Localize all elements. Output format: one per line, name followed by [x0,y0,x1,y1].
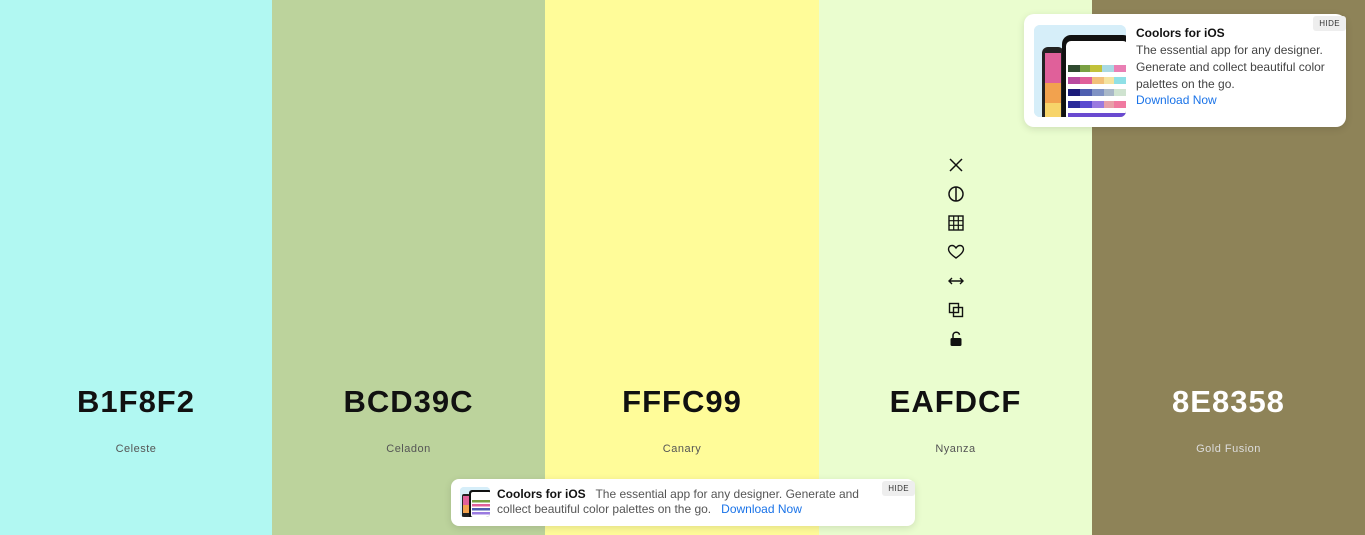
swatch-celeste[interactable]: B1F8F2 Celeste [0,0,272,535]
app-screenshot-image[interactable] [460,487,490,517]
unlock-icon[interactable] [944,324,968,353]
close-icon[interactable] [944,150,968,179]
hide-ad-button[interactable]: HIDE [1313,16,1346,31]
download-now-link[interactable]: Download Now [721,502,802,516]
app-screenshot-image[interactable] [1034,25,1126,117]
color-name[interactable]: Gold Fusion [1092,443,1365,455]
ad-title: Coolors for iOS [1136,26,1225,40]
hex-code[interactable]: BCD39C [272,384,545,420]
color-name[interactable]: Celeste [0,443,272,455]
heart-icon[interactable] [944,237,968,266]
hex-code[interactable]: B1F8F2 [0,384,272,420]
ios-app-ad-card: Coolors for iOS The essential app for an… [1024,14,1346,127]
ios-app-ad-banner: Coolors for iOS The essential app for an… [451,479,915,526]
ad-banner-text: Coolors for iOS The essential app for an… [497,487,877,517]
hex-code[interactable]: EAFDCF [819,384,1092,420]
drag-arrows-icon[interactable] [944,266,968,295]
ad-description: The essential app for any designer. Gene… [1136,43,1325,91]
shades-grid-icon[interactable] [944,208,968,237]
hide-ad-button[interactable]: HIDE [882,481,915,496]
download-now-link[interactable]: Download Now [1136,93,1217,107]
swatch-celadon[interactable]: BCD39C Celadon [272,0,545,535]
swatch-canary[interactable]: FFFC99 Canary [545,0,819,535]
hex-code[interactable]: 8E8358 [1092,384,1365,420]
contrast-icon[interactable] [944,179,968,208]
ad-title: Coolors for iOS [497,487,586,501]
color-name[interactable]: Nyanza [819,443,1092,455]
color-name[interactable]: Canary [545,443,819,455]
color-name[interactable]: Celadon [272,443,545,455]
swatch-toolbar [944,150,968,353]
copy-icon[interactable] [944,295,968,324]
hex-code[interactable]: FFFC99 [545,384,819,420]
